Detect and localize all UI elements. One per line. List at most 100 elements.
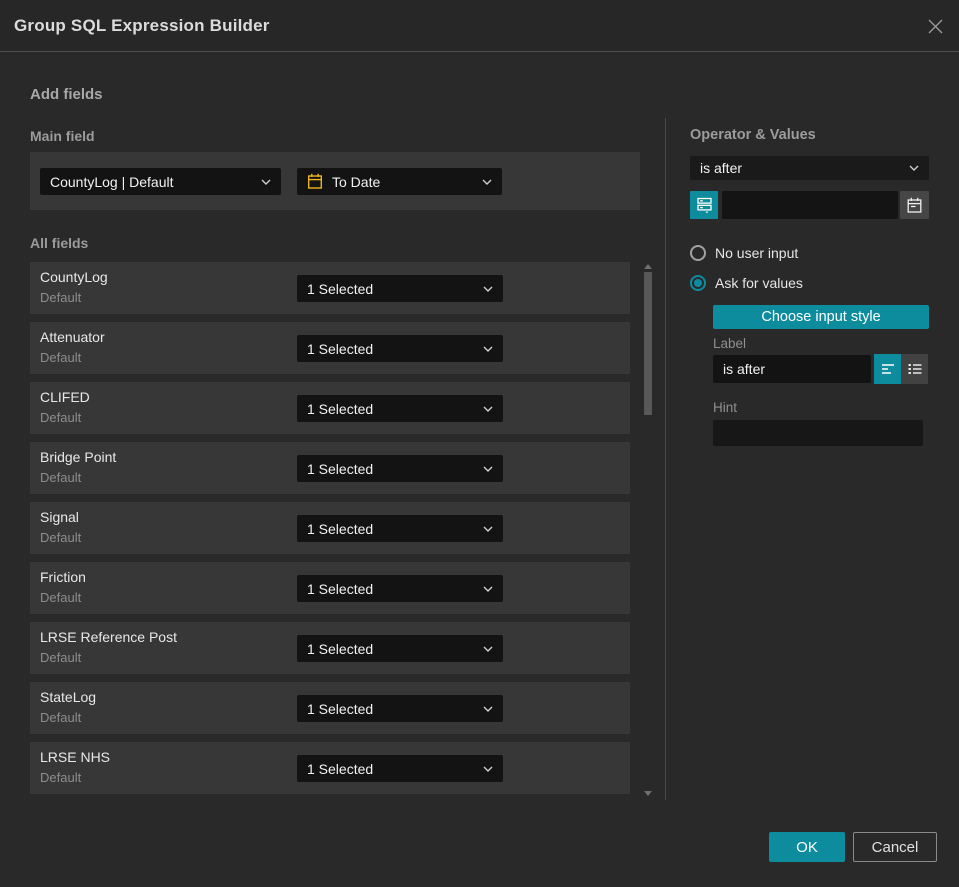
field-name: Signal: [40, 509, 79, 525]
value-input[interactable]: [722, 191, 898, 219]
main-field-panel: CountyLog | Default To Date: [30, 152, 640, 210]
field-selection-dropdown[interactable]: 1 Selected: [297, 275, 503, 302]
field-subtitle: Default: [40, 770, 82, 785]
selection-count: 1 Selected: [307, 520, 374, 537]
ok-button[interactable]: OK: [769, 832, 845, 862]
chevron-down-icon: [483, 466, 493, 472]
chevron-down-icon: [483, 586, 493, 592]
list-icon: [908, 364, 921, 374]
field-name: CountyLog: [40, 269, 108, 285]
field-name: Attenuator: [40, 329, 105, 345]
field-subtitle: Default: [40, 650, 82, 665]
field-row-statelog: StateLog Default 1 Selected: [30, 682, 630, 734]
fields-list-scrollbar[interactable]: [643, 262, 653, 798]
field-subtitle: Default: [40, 710, 82, 725]
chevron-down-icon: [483, 406, 493, 412]
all-fields-label: All fields: [30, 235, 89, 251]
field-name: StateLog: [40, 689, 97, 705]
field-row-attenuator: Attenuator Default 1 Selected: [30, 322, 630, 374]
operator-select-value: is after: [700, 160, 743, 176]
hint-field-label: Hint: [713, 400, 738, 415]
dialog-title: Group SQL Expression Builder: [14, 16, 270, 35]
field-subtitle: Default: [40, 350, 82, 365]
cancel-button[interactable]: Cancel: [853, 832, 937, 862]
radio-icon: [690, 275, 706, 291]
radio-label: Ask for values: [715, 275, 803, 291]
field-selection-dropdown[interactable]: 1 Selected: [297, 695, 503, 722]
chevron-down-icon: [909, 165, 919, 171]
field-name: Bridge Point: [40, 449, 117, 465]
close-icon: [928, 19, 942, 33]
date-picker-button[interactable]: [900, 191, 929, 219]
selection-count: 1 Selected: [307, 760, 374, 777]
main-field-select[interactable]: CountyLog | Default: [40, 168, 281, 195]
field-selection-dropdown[interactable]: 1 Selected: [297, 335, 503, 362]
operator-select[interactable]: is after: [690, 156, 929, 180]
chevron-down-icon: [261, 179, 271, 185]
selection-count: 1 Selected: [307, 580, 374, 597]
selection-count: 1 Selected: [307, 400, 374, 417]
field-selection-dropdown[interactable]: 1 Selected: [297, 575, 503, 602]
chevron-down-icon: [482, 179, 492, 185]
calendar-icon: [907, 197, 922, 213]
field-subtitle: Default: [40, 290, 82, 305]
radio-ask-for-values[interactable]: Ask for values: [690, 275, 803, 291]
dialog-titlebar: Group SQL Expression Builder: [0, 0, 959, 52]
value-source-toggle-button[interactable]: [690, 191, 718, 219]
field-selection-dropdown[interactable]: 1 Selected: [297, 395, 503, 422]
operator-values-heading: Operator & Values: [690, 127, 816, 143]
field-row-friction: Friction Default 1 Selected: [30, 562, 630, 614]
field-name: LRSE Reference Post: [40, 629, 177, 645]
single-value-style-button[interactable]: [874, 354, 901, 384]
main-field-label: Main field: [30, 128, 95, 144]
chevron-down-icon: [483, 346, 493, 352]
field-selection-dropdown[interactable]: 1 Selected: [297, 755, 503, 782]
radio-label: No user input: [715, 245, 799, 261]
close-button[interactable]: [924, 15, 946, 37]
calendar-icon: [307, 173, 323, 190]
field-row-bridge-point: Bridge Point Default 1 Selected: [30, 442, 630, 494]
radio-no-user-input[interactable]: No user input: [690, 245, 798, 261]
selection-count: 1 Selected: [307, 340, 374, 357]
choose-input-style-button[interactable]: Choose input style: [713, 305, 929, 329]
field-row-lrse-nhs: LRSE NHS Default 1 Selected: [30, 742, 630, 794]
hint-input[interactable]: [713, 420, 923, 446]
chevron-down-icon: [483, 646, 493, 652]
selection-count: 1 Selected: [307, 460, 374, 477]
label-field-label: Label: [713, 336, 747, 351]
scrollbar-thumb[interactable]: [644, 272, 652, 415]
scroll-up-icon[interactable]: [644, 264, 652, 269]
selection-count: 1 Selected: [307, 640, 374, 657]
field-subtitle: Default: [40, 530, 82, 545]
field-subtitle: Default: [40, 470, 82, 485]
field-selection-dropdown[interactable]: 1 Selected: [297, 515, 503, 542]
field-row-countylog: CountyLog Default 1 Selected: [30, 262, 630, 314]
field-row-signal: Signal Default 1 Selected: [30, 502, 630, 554]
stack-select-icon: [696, 197, 712, 214]
chevron-down-icon: [483, 706, 493, 712]
align-left-icon: [881, 364, 894, 374]
field-name: LRSE NHS: [40, 749, 111, 765]
list-style-button[interactable]: [901, 354, 928, 384]
main-field-date-select[interactable]: To Date: [297, 168, 502, 195]
chevron-down-icon: [483, 526, 493, 532]
radio-icon: [690, 245, 706, 261]
label-input[interactable]: [713, 355, 871, 383]
chevron-down-icon: [483, 286, 493, 292]
group-sql-expression-builder-dialog: Group SQL Expression Builder Add fields …: [0, 0, 959, 887]
field-subtitle: Default: [40, 410, 82, 425]
add-fields-heading: Add fields: [30, 86, 103, 103]
selection-count: 1 Selected: [307, 700, 374, 717]
main-field-date-value: To Date: [332, 173, 381, 190]
chevron-down-icon: [483, 766, 493, 772]
field-subtitle: Default: [40, 590, 82, 605]
field-row-lrse-reference-post: LRSE Reference Post Default 1 Selected: [30, 622, 630, 674]
field-selection-dropdown[interactable]: 1 Selected: [297, 455, 503, 482]
scroll-down-icon[interactable]: [644, 791, 652, 796]
main-field-select-value: CountyLog | Default: [50, 173, 174, 190]
field-selection-dropdown[interactable]: 1 Selected: [297, 635, 503, 662]
field-name: Friction: [40, 569, 86, 585]
panel-divider: [665, 118, 666, 800]
field-name: CLIFED: [40, 389, 90, 405]
field-row-clifed: CLIFED Default 1 Selected: [30, 382, 630, 434]
